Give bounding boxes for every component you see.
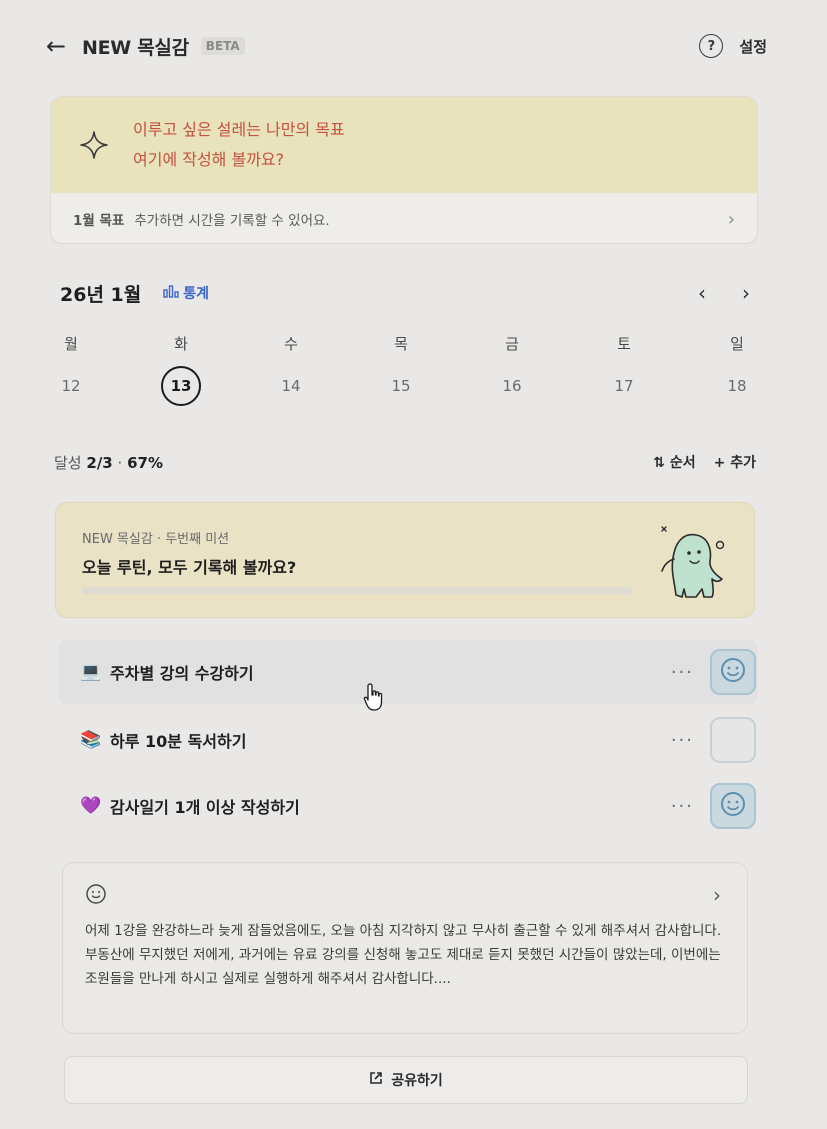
weekday-label: 일 [730,334,744,353]
smile-face-icon [719,790,747,822]
hand-cursor-icon [362,682,386,716]
date-cell[interactable]: 18 [717,366,757,406]
goal-prompt-line2: 여기에 작성해 볼까요? [133,150,285,169]
goal-prompt-text: 이루고 싶은 설레는 나만의 목표 여기에 작성해 볼까요? [133,115,345,175]
header-actions: ? 설정 [699,34,767,58]
weekday-label: 토 [617,334,631,353]
mission-title: 오늘 루틴, 모두 기록해 볼까요? [82,558,297,577]
task-label: 하루 10분 독서하기 [110,732,247,751]
diary-paragraph: 어제 1강을 완강하느라 늦게 잠들었음에도, 오늘 아침 지각하지 않고 무사… [85,923,722,939]
progress-count: 2/3 [86,453,113,472]
chevron-right-icon: › [727,208,735,230]
books-icon: 📚 [80,730,102,750]
app-page: ← NEW 목실감 BETA ? 설정 이루고 싶은 설레는 나만의 목표 여기… [0,0,827,1129]
header: ← NEW 목실감 BETA ? 설정 [46,30,767,62]
sort-icon: ⇅ [653,455,665,471]
goal-card[interactable]: 이루고 싶은 설레는 나만의 목표 여기에 작성해 볼까요? 1월 목표 추가하… [50,96,758,244]
weekday-label: 금 [505,334,519,353]
smile-face-icon [719,656,747,688]
month-header: 26년 1월 통계 ‹ › [60,278,750,308]
laptop-icon: 💻 [80,662,102,682]
goal-prompt-line1: 이루고 싶은 설레는 나만의 목표 [133,120,345,139]
month-nav: ‹ › [698,281,750,305]
next-month-icon[interactable]: › [742,281,750,305]
goal-hint-text: 추가하면 시간을 기록할 수 있어요. [134,213,330,229]
task-row[interactable]: 📚 하루 10분 독서하기 ··· [58,708,758,772]
weekday-label: 월 [64,334,78,353]
mascot-icon [656,519,730,603]
help-icon[interactable]: ? [699,34,724,58]
add-button[interactable]: + 추가 [714,452,756,472]
share-label: 공유하기 [391,1073,443,1089]
bar-chart-icon [163,284,179,302]
more-icon[interactable]: ··· [671,662,694,683]
chevron-right-icon[interactable]: › [713,883,721,907]
diary-card[interactable]: › 어제 1강을 완강하느라 늦게 잠들었음에도, 오늘 아침 지각하지 않고 … [62,862,748,1034]
progress-row: 달성 2/3 · 67% ⇅ 순서 + 추가 [54,448,756,476]
back-arrow-icon[interactable]: ← [46,34,76,58]
mission-subtitle: NEW 목실감 · 두번째 미션 [82,532,230,547]
share-button[interactable]: 공유하기 [64,1056,748,1104]
more-icon[interactable]: ··· [671,730,694,751]
progress-separator: · [117,453,123,472]
settings-button[interactable]: 설정 [739,36,767,57]
diary-text: 어제 1강을 완강하느라 늦게 잠들었음에도, 오늘 아침 지각하지 않고 무사… [85,919,735,991]
date-cell[interactable]: 16 [492,366,532,406]
beta-badge: BETA [200,37,245,55]
goal-prompt: 이루고 싶은 설레는 나만의 목표 여기에 작성해 볼까요? [51,97,757,193]
stats-label: 통계 [183,286,210,302]
task-check-done[interactable] [710,783,756,829]
external-link-icon [369,1071,383,1089]
list-actions: ⇅ 순서 + 추가 [653,452,756,472]
task-label: 주차별 강의 수강하기 [110,664,254,683]
date-row: 12 13 14 15 16 17 18 [58,366,758,406]
stats-button[interactable]: 통계 [163,283,209,303]
month-title: 26년 1월 [60,283,142,306]
weekday-label: 화 [174,334,188,353]
date-cell[interactable]: 15 [381,366,421,406]
progress-percent: 67% [127,453,163,472]
date-cell[interactable]: 14 [271,366,311,406]
task-label: 감사일기 1개 이상 작성하기 [110,798,300,817]
weekday-label: 수 [284,334,298,353]
order-button[interactable]: ⇅ 순서 [653,452,695,472]
task-check-empty[interactable] [710,717,756,763]
page-title: NEW 목실감 [82,36,189,59]
progress-prefix: 달성 [54,453,82,472]
smile-outline-icon [85,883,107,909]
weekday-row: 월 화 수 목 금 토 일 [58,330,758,356]
mission-card[interactable]: NEW 목실감 · 두번째 미션 오늘 루틴, 모두 기록해 볼까요? [55,502,755,618]
prev-month-icon[interactable]: ‹ [698,281,706,305]
order-label: 순서 [669,455,696,471]
more-icon[interactable]: ··· [671,796,694,817]
task-row[interactable]: 💜 감사일기 1개 이상 작성하기 ··· [58,774,758,838]
date-cell[interactable]: 17 [604,366,644,406]
diary-paragraph: 부동산에 무지했던 저에게, 과거에는 유료 강의를 신청해 놓고도 제대로 듣… [85,947,721,987]
progress-summary: 달성 2/3 · 67% [54,452,163,473]
sparkle-icon [77,128,111,162]
add-label: 추가 [730,455,756,471]
heart-icon: 💜 [80,796,102,816]
goal-hint-row[interactable]: 1월 목표 추가하면 시간을 기록할 수 있어요. › [51,193,757,243]
plus-icon: + [713,455,726,471]
task-check-done[interactable] [710,649,756,695]
goal-month-label: 1월 목표 [73,213,125,229]
task-row[interactable]: 💻 주차별 강의 수강하기 ··· [58,640,758,704]
mission-progress-bar [82,587,632,594]
date-cell-selected[interactable]: 13 [161,366,201,406]
date-cell[interactable]: 12 [51,366,91,406]
weekday-label: 목 [394,334,408,353]
